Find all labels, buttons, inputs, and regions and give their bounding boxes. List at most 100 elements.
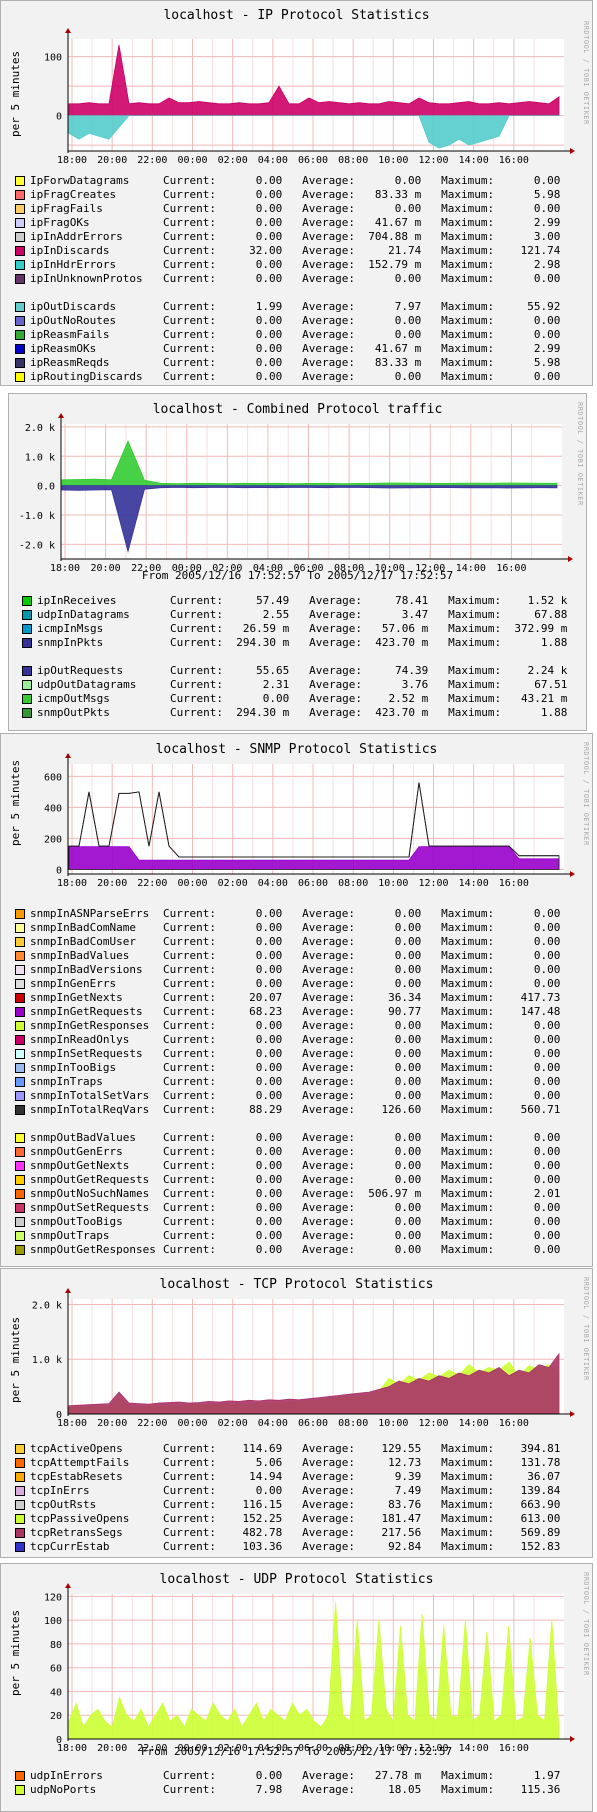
legend-swatch bbox=[15, 1049, 25, 1059]
legend-label: snmpOutSetRequests bbox=[30, 1201, 150, 1214]
legend-stats: Current: 0.00 Average: 41.67 m Maximum: … bbox=[163, 216, 561, 229]
legend-stats: Current: 0.00 Average: 0.00 Maximum: 0.0… bbox=[163, 1229, 561, 1242]
legend-stats: Current: 152.25 Average: 181.47 Maximum:… bbox=[163, 1512, 561, 1525]
legend-stats: Current: 0.00 Average: 152.79 m Maximum:… bbox=[163, 258, 561, 271]
legend-stats: Current: 0.00 Average: 0.00 Maximum: 0.0… bbox=[163, 977, 561, 990]
x-tick-label: 16:00 bbox=[499, 1418, 529, 1429]
legend-label: tcpEstabResets bbox=[30, 1470, 123, 1483]
legend-label: snmpInTooBigs bbox=[30, 1061, 117, 1074]
legend-stats: Current: 0.00 Average: 0.00 Maximum: 0.0… bbox=[163, 949, 561, 962]
legend-stats: Current: 20.07 Average: 36.34 Maximum: 4… bbox=[163, 991, 561, 1004]
legend-stats: Current: 26.59 m Average: 57.06 m Maximu… bbox=[170, 622, 568, 635]
legend-row-snmpInGetRequests: snmpInGetRequests Current: 68.23 Average:… bbox=[15, 1005, 560, 1019]
legend-row-ipInHdrErrors: ipInHdrErrors Current: 0.00 Average: 152.… bbox=[15, 258, 560, 272]
x-axis-arrow bbox=[570, 871, 575, 877]
legend-row-snmpInReadOnlys: snmpInReadOnlys Current: 0.00 Average: 0.… bbox=[15, 1033, 560, 1047]
tcp-legend: tcpActiveOpens Current: 114.69 Average: 1… bbox=[15, 1442, 560, 1554]
legend-label: ipInReceives bbox=[37, 594, 117, 607]
legend-swatch bbox=[15, 1189, 25, 1199]
legend-stats: Current: 0.00 Average: 0.00 Maximum: 0.0… bbox=[163, 370, 561, 383]
legend-swatch bbox=[15, 358, 25, 368]
legend-swatch bbox=[15, 176, 25, 186]
legend-label: udpInErrors bbox=[30, 1769, 103, 1782]
legend-swatch bbox=[15, 1133, 25, 1143]
y-tick-label: 0 bbox=[56, 1410, 62, 1421]
legend-stats: Current: 0.00 Average: 0.00 Maximum: 0.0… bbox=[163, 272, 561, 285]
legend-swatch bbox=[22, 666, 32, 676]
legend-label: ipFragCreates bbox=[30, 188, 117, 201]
legend-row-snmpInTotalSetVars: snmpInTotalSetVars Current: 0.00 Average:… bbox=[15, 1089, 560, 1103]
combined-plot-area: 18:00 20:00 22:00 00:00 02:00 04:00 06:00 08:00… bbox=[19, 413, 573, 574]
legend-stats: Current: 0.00 Average: 0.00 Maximum: 0.0… bbox=[163, 1201, 561, 1214]
legend-stats: Current: 0.00 Average: 0.00 Maximum: 0.0… bbox=[163, 1159, 561, 1172]
legend-swatch bbox=[15, 1063, 25, 1073]
legend-swatch bbox=[15, 232, 25, 242]
legend-stats: Current: 294.30 m Average: 423.70 m Maxi… bbox=[170, 636, 568, 649]
legend-swatch bbox=[22, 638, 32, 648]
legend-row-ipInDiscards: ipInDiscards Current: 32.00 Average: 21.7… bbox=[15, 244, 560, 258]
legend-swatch bbox=[15, 979, 25, 989]
tcp-graph-panel: localhost - TCP Protocol Statistics per … bbox=[0, 1268, 593, 1558]
legend-swatch bbox=[22, 596, 32, 606]
x-tick-label: 00:00 bbox=[177, 878, 207, 889]
legend-label: ipInUnknownProtos bbox=[30, 272, 143, 285]
legend-stats: Current: 32.00 Average: 21.74 Maximum: 1… bbox=[163, 244, 561, 257]
legend-row-snmpInBadComName: snmpInBadComName Current: 0.00 Average: 0… bbox=[15, 921, 560, 935]
legend-row-ipFragOKs: ipFragOKs Current: 0.00 Average: 41.67 m … bbox=[15, 216, 560, 230]
legend-row-snmpInTraps: snmpInTraps Current: 0.00 Average: 0.00 M… bbox=[15, 1075, 560, 1089]
legend-swatch bbox=[15, 1231, 25, 1241]
legend-label: tcpRetransSegs bbox=[30, 1526, 123, 1539]
legend-stats: Current: 0.00 Average: 0.00 Maximum: 0.0… bbox=[163, 1243, 561, 1256]
legend-swatch bbox=[22, 624, 32, 634]
x-tick-label: 02:00 bbox=[218, 1418, 248, 1429]
y-axis-arrow bbox=[65, 753, 71, 758]
legend-row-snmpInPkts: snmpInPkts Current: 294.30 m Average: 423… bbox=[22, 636, 567, 650]
legend-swatch bbox=[15, 1542, 25, 1552]
x-tick-label: 22:00 bbox=[137, 1418, 167, 1429]
legend-swatch bbox=[15, 965, 25, 975]
x-tick-label: 14:00 bbox=[459, 155, 489, 166]
legend-stats: Current: 0.00 Average: 0.00 Maximum: 0.0… bbox=[163, 202, 561, 215]
legend-row-tcpCurrEstab: tcpCurrEstab Current: 103.36 Average: 92.… bbox=[15, 1540, 560, 1554]
legend-swatch bbox=[15, 1245, 25, 1255]
x-tick-label: 10:00 bbox=[378, 878, 408, 889]
legend-label: ipRoutingDiscards bbox=[30, 370, 143, 383]
x-tick-label: 06:00 bbox=[298, 1418, 328, 1429]
legend-swatch bbox=[15, 372, 25, 382]
legend-swatch bbox=[22, 708, 32, 718]
legend-row-snmpInTooBigs: snmpInTooBigs Current: 0.00 Average: 0.00… bbox=[15, 1061, 560, 1075]
x-tick-label: 10:00 bbox=[378, 1418, 408, 1429]
udp-graph-panel: localhost - UDP Protocol Statistics per … bbox=[0, 1563, 593, 1812]
legend-row-ipFragFails: ipFragFails Current: 0.00 Average: 0.00 M… bbox=[15, 202, 560, 216]
legend-stats: Current: 0.00 Average: 0.00 Maximum: 0.0… bbox=[163, 921, 561, 934]
legend-row-snmpOutNoSuchNames: snmpOutNoSuchNames Current: 0.00 Average:… bbox=[15, 1187, 560, 1201]
legend-swatch bbox=[15, 909, 25, 919]
legend-stats: Current: 68.23 Average: 90.77 Maximum: 1… bbox=[163, 1005, 561, 1018]
legend-swatch bbox=[15, 1458, 25, 1468]
legend-stats: Current: 14.94 Average: 9.39 Maximum: 36… bbox=[163, 1470, 561, 1483]
legend-label: tcpOutRsts bbox=[30, 1498, 97, 1511]
x-tick-label: 08:00 bbox=[338, 1418, 368, 1429]
legend-label: tcpAttemptFails bbox=[30, 1456, 130, 1469]
legend-row-snmpOutPkts: snmpOutPkts Current: 294.30 m Average: 42… bbox=[22, 706, 567, 720]
legend-row-snmpInGenErrs: snmpInGenErrs Current: 0.00 Average: 0.00… bbox=[15, 977, 560, 991]
y-axis-arrow bbox=[65, 1583, 71, 1588]
x-tick-label: 22:00 bbox=[137, 155, 167, 166]
x-tick-label: 00:00 bbox=[177, 1418, 207, 1429]
legend-row-ipOutDiscards: ipOutDiscards Current: 1.99 Average: 7.97… bbox=[15, 300, 560, 314]
legend-swatch bbox=[15, 1785, 25, 1795]
legend-swatch bbox=[22, 680, 32, 690]
legend-label: ipInAddrErrors bbox=[30, 230, 123, 243]
legend-row-ipInUnknownProtos: ipInUnknownProtos Current: 0.00 Average: … bbox=[15, 272, 560, 286]
legend-swatch bbox=[15, 246, 25, 256]
legend-label: ipReasmFails bbox=[30, 328, 110, 341]
legend-row-tcpAttemptFails: tcpAttemptFails Current: 5.06 Average: 12… bbox=[15, 1456, 560, 1470]
snmp-plot-area: 18:00 20:00 22:00 00:00 02:00 04:00 06:00 08:00… bbox=[44, 753, 575, 889]
legend-label: tcpActiveOpens bbox=[30, 1442, 123, 1455]
legend-stats: Current: 0.00 Average: 0.00 Maximum: 0.0… bbox=[163, 1061, 561, 1074]
legend-row-snmpOutSetRequests: snmpOutSetRequests Current: 0.00 Average:… bbox=[15, 1201, 560, 1215]
x-tick-label: 12:00 bbox=[418, 155, 448, 166]
legend-stats: Current: 482.78 Average: 217.56 Maximum:… bbox=[163, 1526, 561, 1539]
x-tick-label: 12:00 bbox=[418, 1418, 448, 1429]
date-range: From 2005/12/16 17:52:57 To 2005/12/17 1… bbox=[140, 1745, 453, 1758]
